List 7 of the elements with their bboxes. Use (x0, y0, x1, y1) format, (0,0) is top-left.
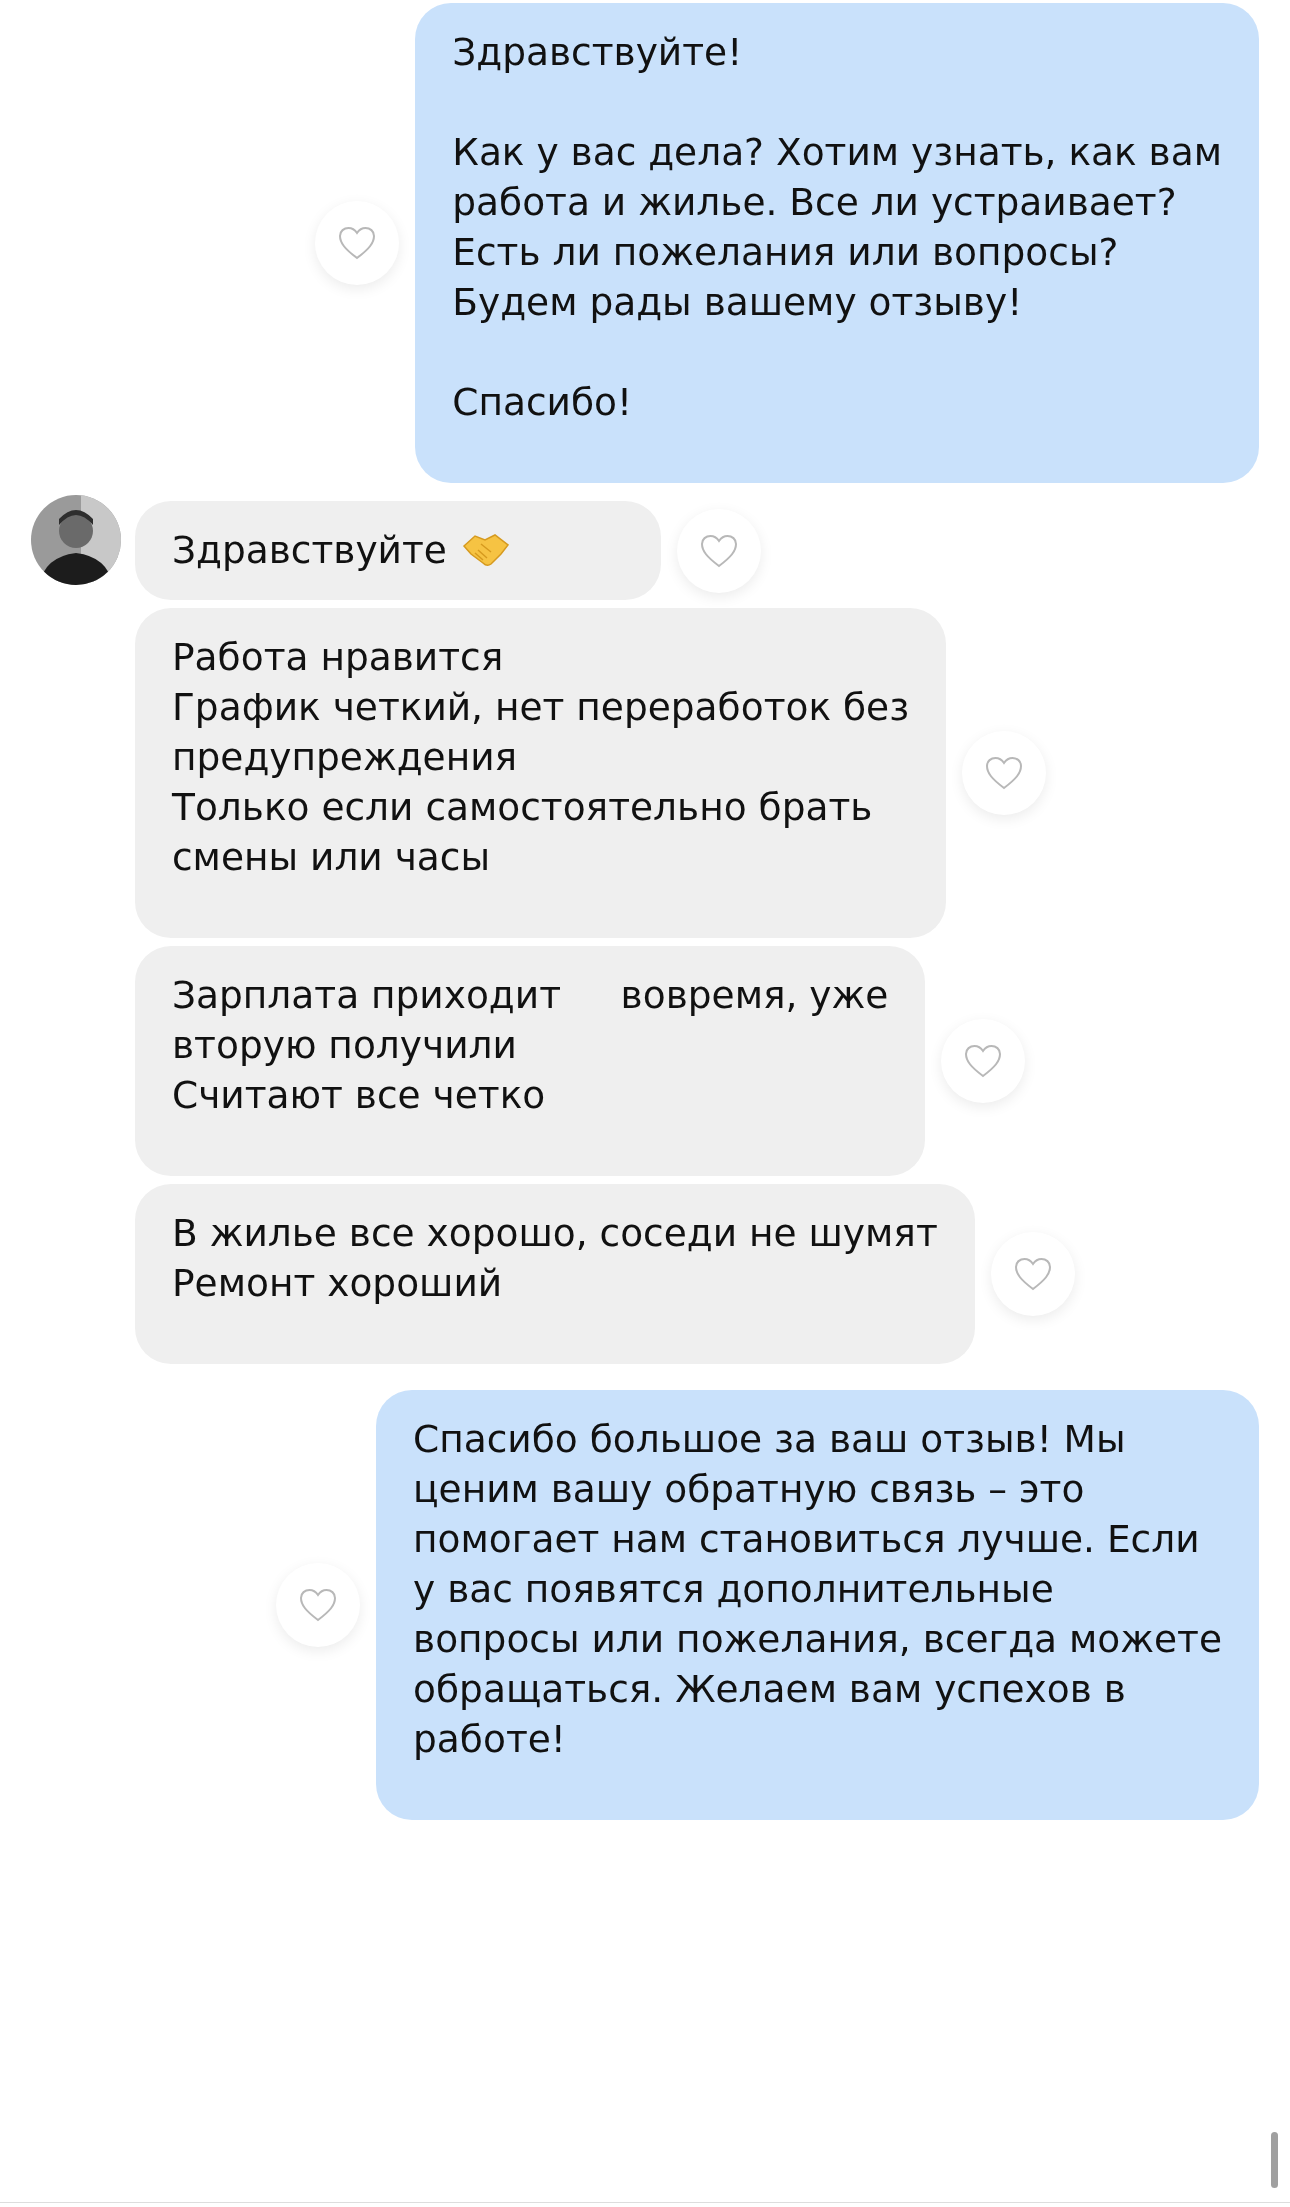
message-text: В жилье все хорошо, соседи не шумят Ремонт хороший (172, 1210, 938, 1307)
message-text: Здравствуйте (172, 527, 447, 574)
message-text: Здравствуйте! Как у вас дела? Хотим узнать, как вам работа и жилье. Все ли устраивает? Есть ли пожелания или вопросы? Будем рады вашему отзыву! Спасибо! (452, 29, 1222, 426)
message-text: Спасибо большое за ваш отзыв! Мы ценим вашу обратную связь – это помогает нам становиться лучше. Если у вас появятся дополнительные вопросы или пожелания, всегда можете обращаться. Желаем вам успехов в работе! (413, 1416, 1222, 1763)
scrollbar[interactable] (1271, 2132, 1278, 2188)
message-text: Работа нравится График четкий, нет переработок без предупреждения Только если самостоятельно брать смены или часы (172, 634, 910, 881)
message-text: Зарплата приходит вовремя, уже вторую получили Считают все четко (172, 972, 889, 1119)
